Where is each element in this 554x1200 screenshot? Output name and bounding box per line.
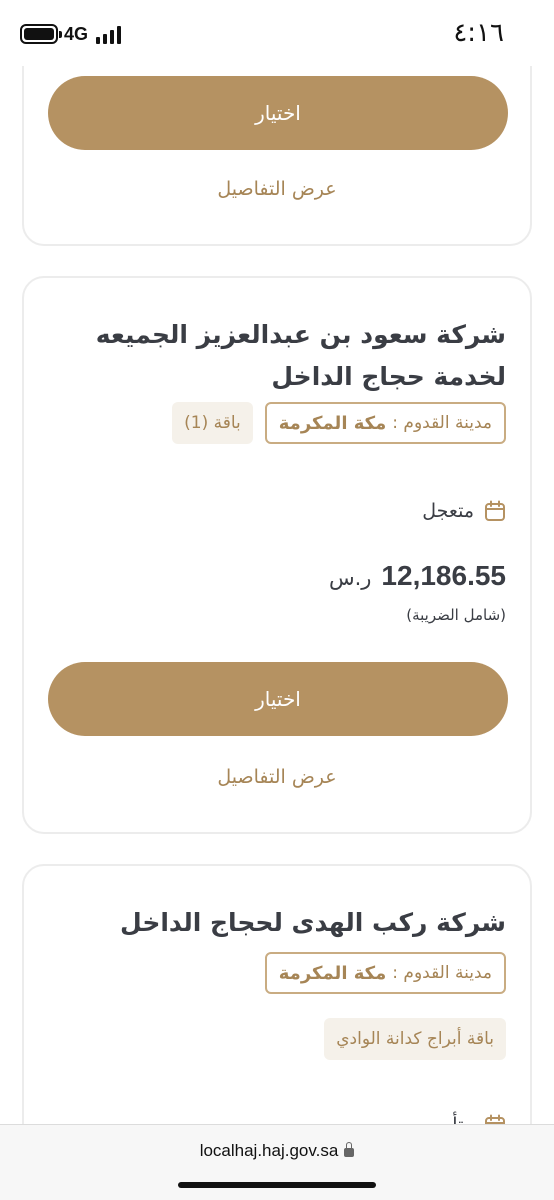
arrival-city-value: مكة المكرمة	[278, 412, 387, 434]
status-time: ٤:١٦	[453, 18, 504, 48]
company-name: شركة ركب الهدى لحجاج الداخل	[120, 908, 506, 937]
choose-button[interactable]: اختيار	[48, 76, 508, 150]
price: 12,186.55 ر.س	[329, 560, 506, 592]
company-name: شركة سعود بن عبدالعزيز الجميعه لخدمة حجا…	[48, 314, 506, 398]
offer-type-label: متأ	[452, 1114, 474, 1124]
home-indicator[interactable]	[178, 1182, 376, 1188]
offer-type: متأ	[452, 1114, 506, 1124]
offer-card: اختيار عرض التفاصيل	[22, 66, 532, 246]
url-text: localhaj.haj.gov.sa	[199, 1141, 339, 1160]
offer-type: متعجل	[422, 500, 506, 522]
offer-type-label: متعجل	[422, 500, 474, 522]
view-details-link[interactable]: عرض التفاصيل	[24, 766, 530, 788]
arrival-city-tag: مدينة القدوم : مكة المكرمة	[264, 952, 506, 994]
package-tag: باقة (1)	[172, 402, 253, 444]
calendar-icon	[484, 500, 506, 522]
battery-icon	[20, 24, 62, 44]
browser-url-bar[interactable]: localhaj.haj.gov.sa	[0, 1124, 554, 1200]
price-amount: 12,186.55	[381, 560, 506, 591]
company-name-line: لخدمة حجاج الداخل	[271, 362, 506, 391]
arrival-city-label: مدينة القدوم :	[392, 963, 492, 983]
calendar-icon	[484, 1114, 506, 1124]
company-name-line: شركة سعود بن عبدالعزيز الجميعه	[95, 320, 506, 349]
offer-card: شركة سعود بن عبدالعزيز الجميعه لخدمة حجا…	[22, 276, 532, 834]
signal-strength-icon	[96, 26, 121, 44]
arrival-city-label: مدينة القدوم :	[392, 413, 492, 433]
lock-icon	[344, 1142, 355, 1157]
tax-note: (شامل الضريبة)	[406, 606, 506, 624]
offer-tags: باقة أبراج كدانة الوادي	[324, 1018, 506, 1060]
arrival-city-value: مكة المكرمة	[278, 962, 387, 984]
choose-button[interactable]: اختيار	[48, 662, 508, 736]
url-display[interactable]: localhaj.haj.gov.sa	[0, 1141, 554, 1161]
price-currency: ر.س	[328, 566, 372, 590]
status-bar: 4G ٤:١٦	[0, 0, 554, 66]
offer-tags: مدينة القدوم : مكة المكرمة	[264, 952, 506, 994]
offer-tags: مدينة القدوم : مكة المكرمة باقة (1)	[172, 402, 506, 444]
view-details-link[interactable]: عرض التفاصيل	[24, 178, 530, 200]
offer-card: شركة ركب الهدى لحجاج الداخل مدينة القدوم…	[22, 864, 532, 1124]
package-tag: باقة أبراج كدانة الوادي	[324, 1018, 506, 1060]
arrival-city-tag: مدينة القدوم : مكة المكرمة	[264, 402, 506, 444]
offers-list[interactable]: اختيار عرض التفاصيل شركة سعود بن عبدالعز…	[0, 66, 554, 1124]
network-type: 4G	[64, 24, 89, 44]
